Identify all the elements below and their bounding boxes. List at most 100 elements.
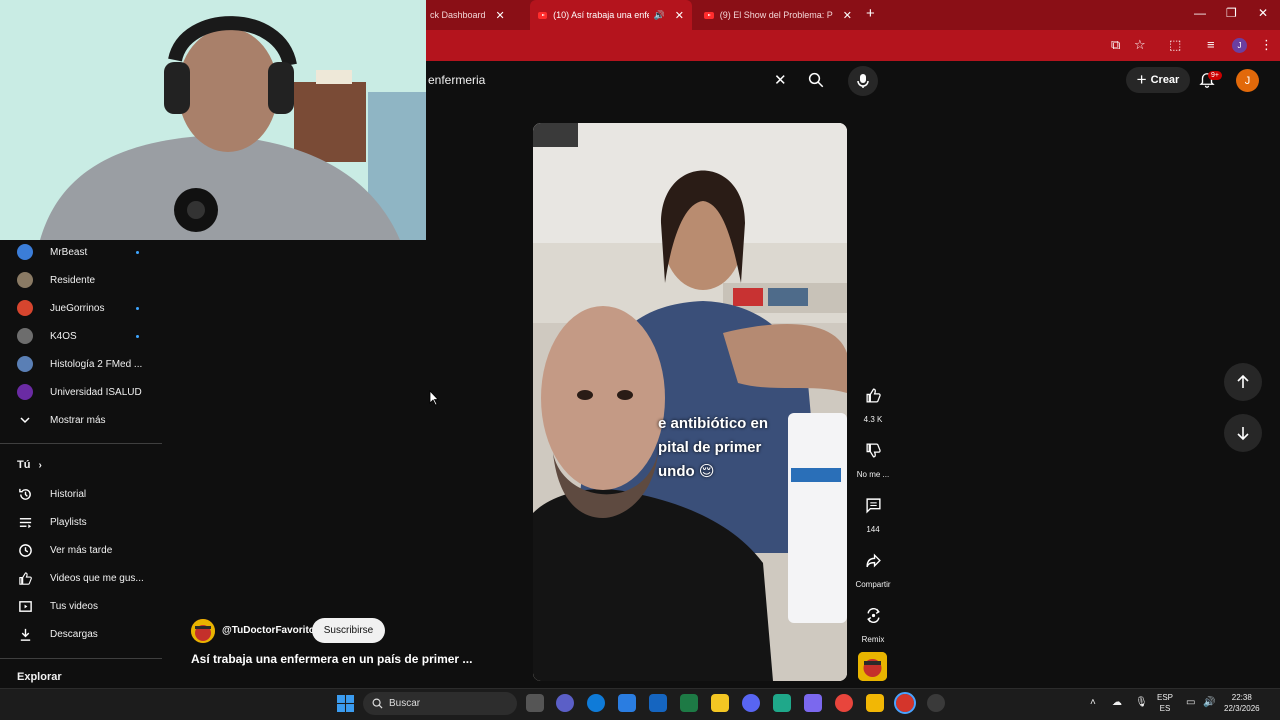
tab-close-icon[interactable]: ✕ xyxy=(675,9,684,22)
taskbar-search[interactable]: Buscar xyxy=(363,692,517,715)
settings-icon[interactable] xyxy=(927,694,945,712)
video-frame-image xyxy=(533,123,847,681)
clock[interactable]: 22:38 22/3/2026 xyxy=(1224,692,1260,714)
comments-button[interactable]: 144 xyxy=(853,490,893,534)
sidebar-item-your-videos[interactable]: Tus videos xyxy=(0,592,162,620)
sidebar-item-label: Mostrar más xyxy=(50,414,106,426)
sidebar-divider xyxy=(0,443,162,444)
sidebar-item-downloads[interactable]: Descargas xyxy=(0,620,162,648)
task-view-icon[interactable] xyxy=(526,694,544,712)
new-tab-icon[interactable]: + xyxy=(866,5,875,22)
sidebar-item-label: MrBeast xyxy=(50,246,88,258)
section-heading: Tú xyxy=(17,459,31,471)
sidebar-divider xyxy=(0,658,162,659)
next-short-button[interactable] xyxy=(1224,414,1262,452)
like-count: 4.3 K xyxy=(863,415,883,424)
browser-tab-dashboard[interactable]: ck Dashboard ✕ xyxy=(422,0,526,30)
window-close-icon[interactable]: ✕ xyxy=(1258,6,1268,20)
channel-avatar xyxy=(17,356,33,372)
tab-close-icon[interactable]: ✕ xyxy=(843,9,852,22)
app-icon[interactable] xyxy=(773,694,791,712)
sidebar-item-label: Ver más tarde xyxy=(50,544,113,556)
sidebar-item-watch-later[interactable]: Ver más tarde xyxy=(0,536,162,564)
subscribe-button[interactable]: Suscribirse xyxy=(312,618,385,643)
history-icon xyxy=(17,486,33,502)
short-video-player[interactable] xyxy=(533,123,847,681)
channel-name[interactable]: @TuDoctorFavorito xyxy=(222,625,315,636)
restore-icon[interactable]: ❐ xyxy=(1226,6,1237,20)
microphone-icon xyxy=(857,74,869,88)
sidebar-item-liked-videos[interactable]: Videos que me gus... xyxy=(0,564,162,592)
sidebar-item-label: Histología 2 FMed ... xyxy=(50,358,143,370)
remix-button[interactable]: Remix xyxy=(853,600,893,644)
tab-close-icon[interactable]: ✕ xyxy=(496,9,505,22)
remix-label: Remix xyxy=(861,635,885,644)
sidebar-subscription-isalud[interactable]: Universidad ISALUD xyxy=(0,378,162,406)
sidebar-subscription-histologia[interactable]: Histología 2 FMed ... xyxy=(0,350,162,378)
onedrive-icon[interactable]: ☁ xyxy=(1112,697,1122,708)
sidebar-item-playlists[interactable]: Playlists xyxy=(0,508,162,536)
copilot-icon[interactable] xyxy=(804,694,822,712)
share-button[interactable]: Compartir xyxy=(853,545,893,589)
speaker-icon[interactable]: 🔊 xyxy=(654,10,665,21)
plus-icon: + xyxy=(1136,70,1147,89)
account-avatar[interactable]: J xyxy=(1236,69,1259,92)
channel-avatar xyxy=(17,328,33,344)
extensions-icon[interactable]: ⬚ xyxy=(1169,37,1181,53)
taskbar-search-label: Buscar xyxy=(389,698,421,709)
microphone-tray-icon[interactable]: 🎙 xyxy=(1135,697,1148,708)
network-icon[interactable]: ▭ xyxy=(1186,697,1195,708)
create-button[interactable]: + Crear xyxy=(1126,67,1190,93)
volume-icon[interactable]: 🔊 xyxy=(1203,697,1215,708)
profile-avatar[interactable]: J xyxy=(1232,38,1247,53)
clear-search-icon[interactable]: ✕ xyxy=(774,71,787,89)
voice-search-button[interactable] xyxy=(848,66,878,96)
thumbs-up-icon xyxy=(858,380,888,410)
language-indicator[interactable]: ESP ES xyxy=(1157,692,1173,714)
excel-icon[interactable] xyxy=(680,694,698,712)
bookmark-star-icon[interactable]: ☆ xyxy=(1134,37,1146,53)
sidebar-you-heading[interactable]: Tú › xyxy=(17,459,42,471)
chrome-active-icon[interactable] xyxy=(894,692,916,714)
search-input[interactable]: enfermeria xyxy=(426,66,798,94)
sidebar-subscription-residente[interactable]: Residente xyxy=(0,266,162,294)
sidebar-subscription-k4os[interactable]: K4OS xyxy=(0,322,162,350)
video-title[interactable]: Así trabaja una enfermera en un país de … xyxy=(191,652,511,666)
browser-menu-icon[interactable]: ⋮ xyxy=(1260,37,1273,53)
show-hidden-icons[interactable]: ˄ xyxy=(1090,697,1096,708)
channel-avatar xyxy=(17,244,33,260)
sidebar-show-more[interactable]: Mostrar más xyxy=(0,406,162,434)
discord-icon[interactable] xyxy=(742,694,760,712)
teams-icon[interactable] xyxy=(556,694,574,712)
cast-icon[interactable]: ⧉ xyxy=(1111,37,1120,53)
file-explorer-icon[interactable] xyxy=(866,694,884,712)
comments-count: 144 xyxy=(866,525,880,534)
channel-avatar[interactable] xyxy=(191,619,215,643)
share-icon xyxy=(858,545,888,575)
like-button[interactable]: 4.3 K xyxy=(853,380,893,424)
new-content-dot xyxy=(136,306,139,310)
outlook-icon[interactable] xyxy=(649,694,667,712)
sticky-notes-icon[interactable] xyxy=(711,694,729,712)
search-button[interactable] xyxy=(798,66,834,94)
browser-tab-show[interactable]: (9) El Show del Problema: Prog ✕ xyxy=(696,0,860,30)
edge-icon[interactable] xyxy=(587,694,605,712)
sound-thumbnail[interactable] xyxy=(858,652,887,681)
store-icon[interactable] xyxy=(618,694,636,712)
sidebar-subscription-mrbeast[interactable]: MrBeast xyxy=(0,238,162,266)
windows-start-icon[interactable] xyxy=(337,695,354,717)
dislike-button[interactable]: No me ... xyxy=(853,435,893,479)
minimize-icon[interactable]: — xyxy=(1194,6,1206,20)
media-control-icon[interactable]: ≡ xyxy=(1207,37,1215,52)
chrome-icon[interactable] xyxy=(835,694,853,712)
video-caption-overlay: e antibiótico en pital de primer undo 😌 xyxy=(658,412,828,484)
create-label: Crear xyxy=(1150,74,1180,86)
playlists-icon xyxy=(17,514,33,530)
sidebar-subscription-juegorrinos[interactable]: JueGorrinos xyxy=(0,294,162,322)
chevron-right-icon: › xyxy=(38,459,42,471)
tab-label: (10) Así trabaja una enferm xyxy=(553,10,648,20)
browser-tab-active-video[interactable]: (10) Así trabaja una enferm 🔊 ✕ xyxy=(530,0,692,30)
sidebar-item-history[interactable]: Historial xyxy=(0,480,162,508)
sidebar-item-label: JueGorrinos xyxy=(50,302,105,314)
previous-short-button[interactable] xyxy=(1224,363,1262,401)
